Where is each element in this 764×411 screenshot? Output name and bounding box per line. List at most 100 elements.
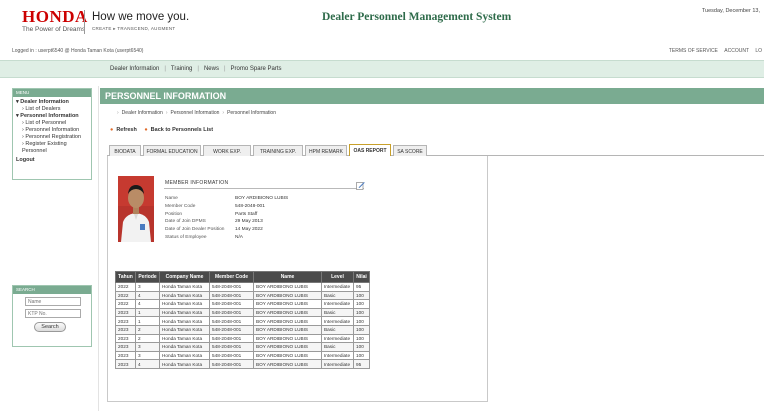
search-name-input[interactable] bbox=[25, 297, 81, 306]
col-company-name[interactable]: Company Name bbox=[159, 271, 210, 283]
menu-item-register-existing-personnel[interactable]: › Register Existing Personnel bbox=[16, 141, 88, 155]
table-row: 2022 3 Honda Taman Kota 548-2048-001 BOY ARD… bbox=[115, 282, 370, 292]
col-nilai[interactable]: Nilai bbox=[353, 271, 370, 283]
breadcrumb: › Dealer Information › Personnel Informatio… bbox=[114, 110, 276, 116]
nav-separator: | bbox=[223, 66, 226, 72]
table-cell: Honda Taman Kota bbox=[159, 333, 210, 344]
table-cell: 548-2048-001 bbox=[209, 307, 254, 318]
table-cell: Basic bbox=[321, 324, 354, 335]
breadcrumb-item[interactable]: Personnel Information bbox=[227, 110, 276, 116]
table-cell: 4 bbox=[135, 290, 160, 301]
col-name[interactable]: Name bbox=[253, 271, 322, 283]
table-cell: Intermediate bbox=[321, 359, 354, 369]
table-cell: Honda Taman Kota bbox=[159, 290, 210, 301]
member-photo bbox=[118, 176, 154, 242]
breadcrumb-item[interactable]: Dealer Information bbox=[122, 110, 163, 116]
menu-item-list-of-dealers[interactable]: › List of Dealers bbox=[16, 106, 88, 113]
table-cell: BOY ARDIBIONO LUBIS bbox=[253, 316, 322, 326]
table-cell: Basic bbox=[321, 307, 354, 318]
tab-formal-education[interactable]: FORMAL EDUCATION bbox=[143, 145, 201, 156]
table-cell: 548-2048-001 bbox=[209, 350, 254, 361]
table-cell: 2023 bbox=[115, 324, 136, 335]
tab-hpm-remark[interactable]: HPM REMARK bbox=[305, 145, 347, 156]
search-button[interactable]: Search bbox=[34, 322, 66, 332]
refresh-link[interactable]: Refresh bbox=[116, 127, 136, 133]
table-row: 2023 3 Honda Taman Kota 548-2048-001 BOY ARD… bbox=[115, 342, 370, 352]
table-cell: 100 bbox=[353, 342, 370, 352]
table-cell: 100 bbox=[353, 324, 370, 335]
col-tahun[interactable]: Tahun bbox=[115, 271, 136, 283]
table-cell: BOY ARDIBIONO LUBIS bbox=[253, 307, 322, 318]
nav-news[interactable]: News bbox=[204, 66, 219, 72]
search-panel: SEARCH Search bbox=[12, 285, 92, 347]
table-cell: Intermediate bbox=[321, 299, 354, 309]
person-photo-icon bbox=[118, 176, 154, 242]
table-cell: BOY ARDIBIONO LUBIS bbox=[253, 282, 322, 292]
page-header: HONDA The Power of Dreams How we move yo… bbox=[0, 0, 764, 42]
nav-separator: | bbox=[197, 66, 199, 72]
oas-report-table: Tahun Periode Company Name Member Code N… bbox=[115, 271, 370, 369]
nav-separator: | bbox=[164, 66, 166, 72]
account-link[interactable]: ACCOUNT bbox=[724, 48, 749, 54]
table-cell: Honda Taman Kota bbox=[159, 299, 210, 309]
chevron-right-icon: › bbox=[117, 110, 119, 116]
search-ktp-input[interactable] bbox=[25, 309, 81, 318]
table-cell: 1 bbox=[135, 316, 160, 326]
header-divider bbox=[84, 10, 85, 34]
table-cell: Basic bbox=[321, 342, 354, 352]
table-row: 2023 1 Honda Taman Kota 548-2048-001 BOY ARD… bbox=[115, 307, 370, 318]
tab-biodata[interactable]: BIODATA bbox=[109, 145, 141, 156]
col-member-code[interactable]: Member Code bbox=[209, 271, 254, 283]
table-cell: Honda Taman Kota bbox=[159, 342, 210, 352]
menu-group-personnel-information[interactable]: ▾ Personnel Information bbox=[16, 113, 88, 120]
menu-item-personnel-information[interactable]: › Personnel Information bbox=[16, 127, 88, 134]
back-to-list-link[interactable]: Back to Personnels List bbox=[151, 127, 213, 133]
table-cell: Intermediate bbox=[321, 316, 354, 326]
table-cell: 2022 bbox=[115, 290, 136, 301]
logout-link[interactable]: LO bbox=[755, 48, 762, 54]
menu-item-personnel-registration[interactable]: › Personnel Registration bbox=[16, 134, 88, 141]
current-date: Tuesday, December 13, bbox=[701, 8, 760, 14]
tab-oas-report[interactable]: OAS REPORT bbox=[349, 144, 391, 156]
brand-name: HONDA bbox=[22, 7, 88, 26]
table-cell: 100 bbox=[353, 333, 370, 344]
table-cell: 548-2048-001 bbox=[209, 359, 254, 369]
honda-logo[interactable]: HONDA The Power of Dreams bbox=[22, 7, 88, 33]
tab-bar: BIODATA FORMAL EDUCATION WORK EXP. TRAIN… bbox=[107, 144, 764, 156]
table-cell: 100 bbox=[353, 316, 370, 326]
col-level[interactable]: Level bbox=[321, 271, 354, 283]
table-cell: 2023 bbox=[115, 333, 136, 344]
menu-item-logout[interactable]: Logout bbox=[16, 157, 88, 164]
table-cell: 2023 bbox=[115, 307, 136, 318]
table-cell: 4 bbox=[135, 359, 160, 369]
tab-work-exp[interactable]: WORK EXP. bbox=[203, 145, 251, 156]
table-cell: BOY ARDIBIONO LUBIS bbox=[253, 324, 322, 335]
nav-training[interactable]: Training bbox=[171, 66, 192, 72]
table-cell: Intermediate bbox=[321, 333, 354, 344]
nav-promo-spare-parts[interactable]: Promo Spare Parts bbox=[231, 66, 282, 72]
nav-dealer-information[interactable]: Dealer Information bbox=[110, 66, 159, 72]
table-cell: Basic bbox=[321, 290, 354, 301]
sidebar-menu: MENU ▾ Dealer Information › List of Deal… bbox=[12, 88, 92, 180]
terms-link[interactable]: TERMS OF SERVICE bbox=[669, 48, 718, 54]
table-cell: 2023 bbox=[115, 316, 136, 326]
table-cell: 2022 bbox=[115, 282, 136, 292]
tab-training-exp[interactable]: TRAINING EXP. bbox=[253, 145, 303, 156]
edit-icon[interactable] bbox=[356, 177, 365, 190]
table-cell: 1 bbox=[135, 307, 160, 318]
table-cell: 548-2048-001 bbox=[209, 282, 254, 292]
table-cell: 548-2048-001 bbox=[209, 333, 254, 344]
menu-item-list-of-personnel[interactable]: › List of Personnel bbox=[16, 120, 88, 127]
col-periode[interactable]: Periode bbox=[135, 271, 160, 283]
tab-sa-score[interactable]: SA SCORE bbox=[393, 145, 427, 156]
menu-group-dealer-information[interactable]: ▾ Dealer Information bbox=[16, 99, 88, 106]
table-header-row: Tahun Periode Company Name Member Code N… bbox=[115, 271, 370, 283]
table-cell: 548-2048-001 bbox=[209, 316, 254, 326]
top-navigation: Dealer Information | Training | News | Promo S… bbox=[0, 60, 764, 78]
table-cell: 95 bbox=[353, 282, 370, 292]
table-cell: BOY ARDIBIONO LUBIS bbox=[253, 350, 322, 361]
breadcrumb-item[interactable]: Personnel Information bbox=[170, 110, 219, 116]
chevron-right-icon: › bbox=[222, 110, 225, 116]
page-title: PERSONNEL INFORMATION bbox=[100, 88, 764, 104]
table-row: 2022 4 Honda Taman Kota 548-2048-001 BOY ARD… bbox=[115, 290, 370, 301]
